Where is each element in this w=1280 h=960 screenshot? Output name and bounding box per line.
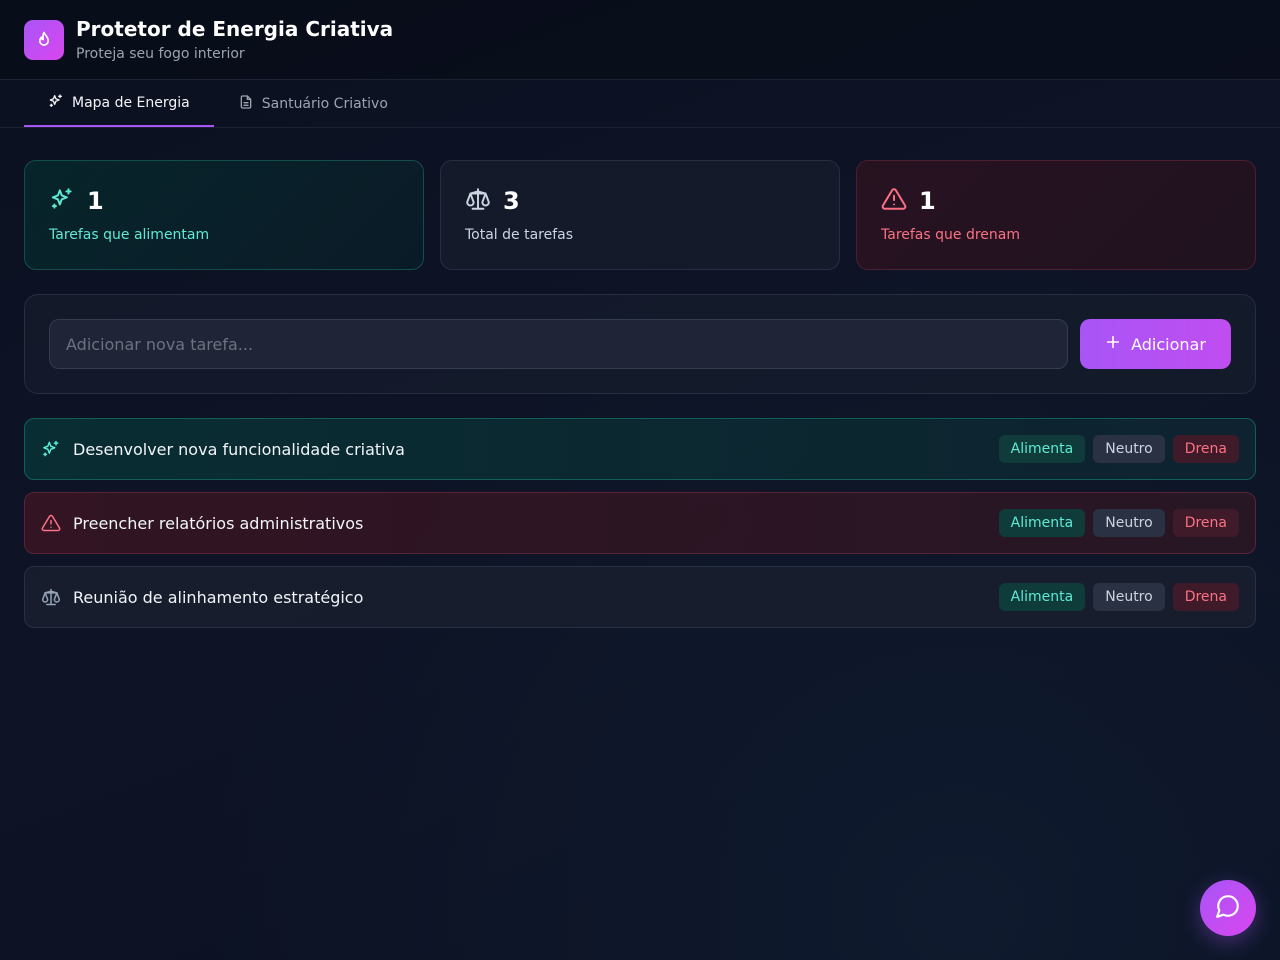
tab-bar: Mapa de Energia Santuário Criativo (0, 80, 1280, 128)
task-energy-selector: Alimenta Neutro Drena (998, 583, 1239, 611)
task-text: Reunião de alinhamento estratégico (73, 587, 364, 607)
sparkles-icon (49, 186, 75, 216)
new-task-input[interactable] (49, 319, 1068, 369)
stat-card-drain-top: 1 (881, 185, 1231, 217)
chip-feed[interactable]: Alimenta (998, 583, 1086, 611)
app-root: Protetor de Energia Criativa Proteja seu… (0, 0, 1280, 960)
chip-drain[interactable]: Drena (1172, 509, 1239, 537)
task-energy-selector: Alimenta Neutro Drena (998, 509, 1239, 537)
stat-card-total: 3 Total de tarefas (440, 160, 840, 270)
chip-neutral[interactable]: Neutro (1093, 509, 1165, 537)
chip-drain[interactable]: Drena (1172, 435, 1239, 463)
stats-row: 1 Tarefas que alimentam 3 Total de taref… (0, 128, 1280, 270)
sparkles-icon (41, 439, 61, 459)
chat-button[interactable] (1200, 880, 1256, 936)
scale-icon (465, 186, 491, 216)
task-list: Desenvolver nova funcionalidade criativa… (24, 418, 1256, 628)
add-task-panel: Adicionar (24, 294, 1256, 394)
chip-feed[interactable]: Alimenta (998, 435, 1086, 463)
task-text: Preencher relatórios administrativos (73, 513, 364, 533)
chip-drain[interactable]: Drena (1172, 583, 1239, 611)
tab-creative-sanctuary[interactable]: Santuário Criativo (214, 80, 412, 127)
stat-total-label: Total de tarefas (465, 227, 574, 243)
tab-creative-sanctuary-label: Santuário Criativo (261, 95, 388, 112)
stat-total-value: 3 (503, 187, 520, 215)
task-item: Reunião de alinhamento estratégico Alime… (24, 566, 1256, 628)
stat-drain-label: Tarefas que drenam (881, 227, 1020, 243)
flame-icon (24, 19, 64, 60)
scale-icon (41, 587, 61, 607)
header-titles: Protetor de Energia Criativa Proteja seu… (76, 17, 393, 63)
warning-icon (881, 186, 907, 216)
add-task-button-label: Adicionar (1131, 334, 1206, 354)
chat-bubble-icon (1215, 893, 1241, 923)
add-task-button[interactable]: Adicionar (1080, 319, 1231, 369)
chip-neutral[interactable]: Neutro (1093, 435, 1165, 463)
stat-feed-label: Tarefas que alimentam (49, 227, 210, 243)
tab-energy-map-label: Mapa de Energia (72, 94, 190, 111)
stat-card-drain: 1 Tarefas que drenam (856, 160, 1256, 270)
stat-drain-value: 1 (919, 187, 936, 215)
warning-icon (41, 513, 61, 533)
task-text: Desenvolver nova funcionalidade criativa (73, 439, 405, 459)
document-icon (238, 94, 254, 114)
stat-card-total-top: 3 (465, 185, 815, 217)
tab-energy-map[interactable]: Mapa de Energia (24, 80, 214, 127)
plus-icon (1105, 334, 1121, 354)
sparkles-icon (48, 93, 64, 113)
stat-feed-value: 1 (87, 187, 104, 215)
task-energy-selector: Alimenta Neutro Drena (998, 435, 1239, 463)
app-header: Protetor de Energia Criativa Proteja seu… (0, 0, 1280, 80)
task-item: Preencher relatórios administrativos Ali… (24, 492, 1256, 554)
page-subtitle: Proteja seu fogo interior (76, 45, 245, 62)
page-title: Protetor de Energia Criativa (76, 16, 394, 41)
stat-card-feed: 1 Tarefas que alimentam (24, 160, 424, 270)
chip-neutral[interactable]: Neutro (1093, 583, 1165, 611)
task-item: Desenvolver nova funcionalidade criativa… (24, 418, 1256, 480)
stat-card-feed-top: 1 (49, 185, 399, 217)
chip-feed[interactable]: Alimenta (998, 509, 1086, 537)
